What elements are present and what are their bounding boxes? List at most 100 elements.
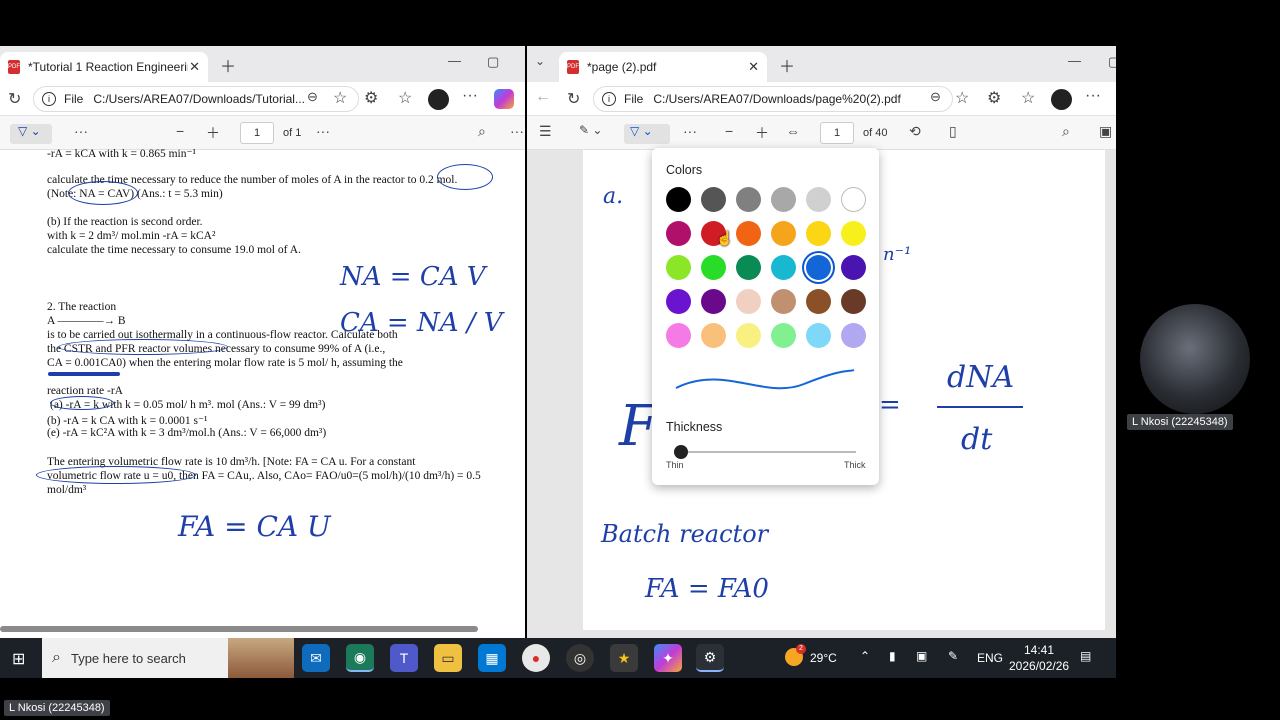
- color-swatch[interactable]: [701, 289, 726, 314]
- horizontal-scrollbar[interactable]: [0, 626, 478, 632]
- color-swatch[interactable]: [701, 187, 726, 212]
- page-number-input[interactable]: 1: [820, 122, 854, 144]
- obs-icon[interactable]: ◎: [566, 644, 594, 672]
- draw-tool-button[interactable]: ▽ ⌄: [624, 124, 670, 144]
- minimize-button[interactable]: —: [1068, 53, 1081, 68]
- save-icon[interactable]: ▣: [1099, 123, 1112, 140]
- color-swatch[interactable]: [806, 187, 831, 212]
- settings-icon[interactable]: ⚙: [696, 644, 724, 672]
- start-button-icon[interactable]: ⊞: [12, 649, 25, 669]
- more-options-icon[interactable]: ···: [316, 123, 330, 139]
- copilot-icon[interactable]: [494, 89, 514, 109]
- color-swatch[interactable]: [736, 323, 761, 348]
- extensions-icon[interactable]: ⚙: [364, 88, 378, 108]
- refresh-icon[interactable]: ↻: [8, 89, 21, 109]
- color-swatch[interactable]: [701, 255, 726, 280]
- color-swatch[interactable]: [841, 255, 866, 280]
- profile-avatar[interactable]: [1051, 89, 1072, 110]
- zoom-icon[interactable]: ⊖: [930, 89, 941, 105]
- copilot-icon[interactable]: ✦: [654, 644, 682, 672]
- tab-list-chevron-icon[interactable]: ⌄: [535, 54, 545, 68]
- color-swatch[interactable]: [841, 289, 866, 314]
- search-icon[interactable]: ⌕: [478, 123, 486, 140]
- color-swatch[interactable]: [736, 255, 761, 280]
- profile-avatar[interactable]: [428, 89, 449, 110]
- thickness-slider-track[interactable]: [674, 451, 856, 453]
- media-app-icon[interactable]: ★: [610, 644, 638, 672]
- color-swatch[interactable]: [666, 255, 691, 280]
- zoom-out-button[interactable]: −: [725, 123, 733, 139]
- draw-tool-button[interactable]: ▽ ⌄: [10, 124, 52, 144]
- color-swatch[interactable]: [736, 187, 761, 212]
- zoom-out-button[interactable]: −: [176, 123, 184, 139]
- color-swatch[interactable]: [806, 221, 831, 246]
- tab-page-pdf[interactable]: PDF *page (2).pdf ✕: [559, 52, 767, 82]
- minimize-button[interactable]: —: [448, 53, 461, 68]
- extensions-icon[interactable]: ⚙: [987, 88, 1001, 108]
- more-tools-icon[interactable]: ···: [683, 123, 697, 139]
- color-swatch[interactable]: [701, 323, 726, 348]
- outlook-icon[interactable]: ✉: [302, 644, 330, 672]
- color-swatch[interactable]: [771, 289, 796, 314]
- color-swatch[interactable]: [736, 221, 761, 246]
- clock-date[interactable]: 2026/02/26: [1009, 659, 1069, 673]
- language-indicator[interactable]: ENG: [977, 651, 1003, 665]
- contents-icon[interactable]: ☰: [539, 123, 552, 140]
- more-menu-icon[interactable]: ···: [1085, 87, 1101, 105]
- color-swatch[interactable]: [841, 221, 866, 246]
- zoom-icon[interactable]: ⊖: [307, 89, 318, 105]
- color-swatch[interactable]: [806, 255, 831, 280]
- favorite-star-icon[interactable]: ☆: [955, 88, 969, 108]
- color-swatch[interactable]: [841, 187, 866, 212]
- favorites-icon[interactable]: ☆: [1021, 88, 1035, 108]
- search-icon[interactable]: ⌕: [1062, 123, 1070, 140]
- more-tools-icon[interactable]: ···: [74, 123, 88, 139]
- highlight-tool-button[interactable]: ✎ ⌄: [579, 123, 602, 137]
- color-swatch[interactable]: [841, 323, 866, 348]
- color-swatch[interactable]: [806, 289, 831, 314]
- display-icon[interactable]: ▣: [916, 649, 927, 663]
- address-field[interactable]: i File C:/Users/AREA07/Downloads/page%20…: [593, 86, 953, 112]
- pen-icon[interactable]: ✎: [948, 649, 958, 663]
- refresh-icon[interactable]: ↻: [567, 89, 580, 109]
- page-view-icon[interactable]: ▯: [949, 123, 957, 140]
- page-number-input[interactable]: 1: [240, 122, 274, 144]
- favorites-icon[interactable]: ☆: [398, 88, 412, 108]
- color-swatch[interactable]: [666, 323, 691, 348]
- color-swatch[interactable]: [771, 255, 796, 280]
- back-icon[interactable]: ←: [535, 88, 551, 106]
- chrome-icon[interactable]: ●: [522, 644, 550, 672]
- color-swatch[interactable]: [666, 221, 691, 246]
- color-swatch[interactable]: [771, 221, 796, 246]
- close-tab-icon[interactable]: ✕: [748, 59, 759, 75]
- color-swatch[interactable]: [806, 323, 831, 348]
- zoom-in-button[interactable]: ＋: [206, 123, 220, 143]
- color-swatch[interactable]: [771, 187, 796, 212]
- close-tab-icon[interactable]: ✕: [189, 59, 200, 75]
- new-tab-button[interactable]: ＋: [220, 53, 236, 77]
- zoom-in-button[interactable]: ＋: [755, 123, 769, 143]
- notification-icon[interactable]: ▤: [1080, 649, 1091, 663]
- color-swatch[interactable]: [666, 289, 691, 314]
- taskbar-search-box[interactable]: ⌕ Type here to search: [42, 638, 294, 678]
- color-swatch[interactable]: [771, 323, 796, 348]
- teams-icon[interactable]: T: [390, 644, 418, 672]
- file-explorer-icon[interactable]: ▭: [434, 644, 462, 672]
- color-swatch[interactable]: [736, 289, 761, 314]
- thickness-slider-thumb[interactable]: [674, 445, 688, 459]
- rotate-icon[interactable]: ⟲: [909, 123, 921, 140]
- clock-time[interactable]: 14:41: [1024, 643, 1054, 657]
- maximize-button[interactable]: ▢: [1108, 54, 1116, 70]
- edge-icon[interactable]: ◉: [346, 644, 374, 672]
- new-tab-button[interactable]: ＋: [779, 53, 795, 77]
- favorite-star-icon[interactable]: ☆: [333, 88, 347, 108]
- fit-page-icon[interactable]: ⇔: [786, 123, 800, 139]
- chevron-up-icon[interactable]: ⌃: [860, 649, 870, 663]
- store-icon[interactable]: ▦: [478, 644, 506, 672]
- microphone-icon[interactable]: ▮: [889, 649, 896, 663]
- tab-tutorial[interactable]: PDF *Tutorial 1 Reaction Engineering ( ✕: [0, 52, 208, 82]
- more-menu-icon[interactable]: ···: [462, 87, 478, 105]
- overflow-icon[interactable]: ···: [510, 123, 524, 139]
- color-swatch[interactable]: [666, 187, 691, 212]
- maximize-button[interactable]: ▢: [487, 54, 499, 70]
